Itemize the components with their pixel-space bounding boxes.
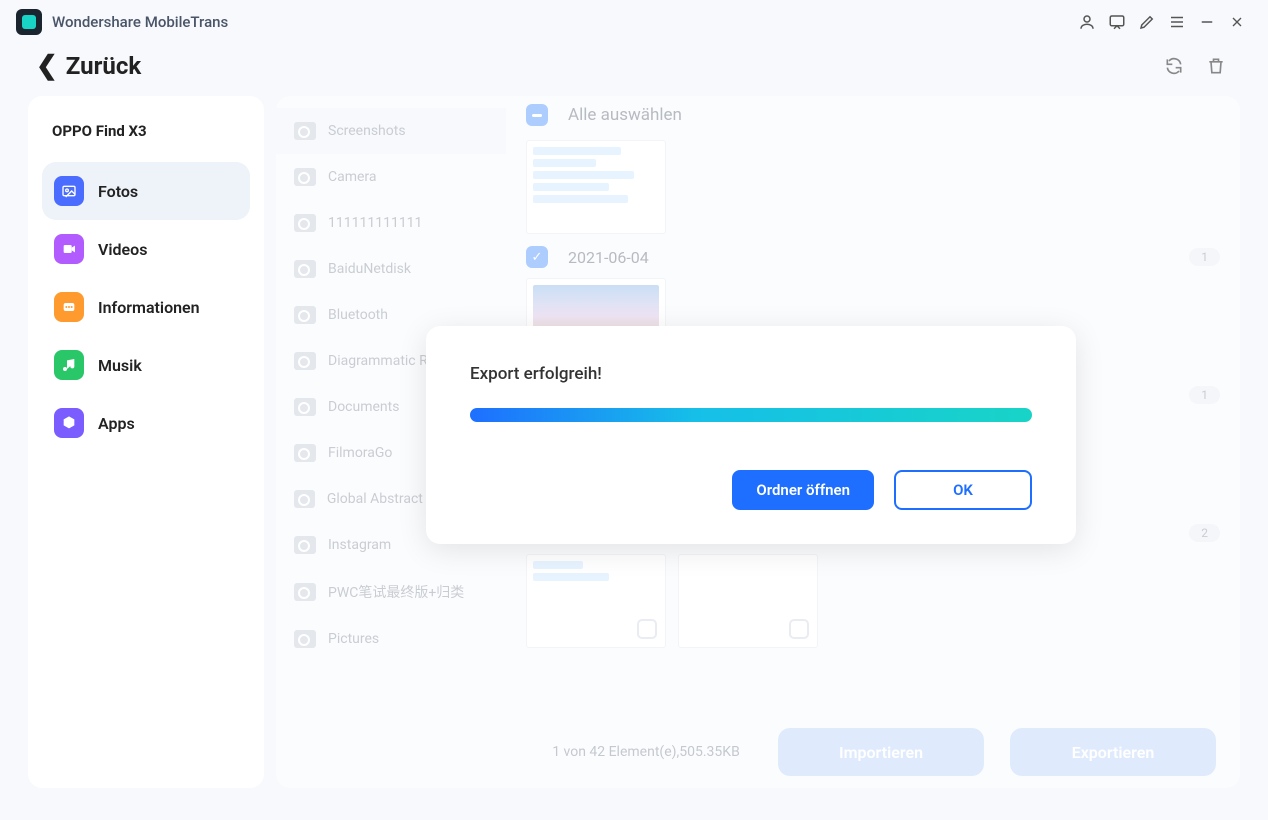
app-title: Wondershare MobileTrans	[52, 13, 228, 31]
ok-button[interactable]: OK	[894, 470, 1032, 510]
sidebar-item-informationen[interactable]: Informationen	[42, 278, 250, 336]
minimize-icon[interactable]	[1192, 7, 1222, 37]
progress-bar	[470, 408, 1032, 422]
sidebar-item-videos[interactable]: Videos	[42, 220, 250, 278]
sidebar-item-apps[interactable]: Apps	[42, 394, 250, 452]
dialog-title: Export erfolgreih!	[470, 364, 1032, 384]
edit-icon[interactable]	[1132, 7, 1162, 37]
feedback-icon[interactable]	[1102, 7, 1132, 37]
sidebar-item-label: Informationen	[98, 298, 200, 317]
refresh-icon[interactable]	[1158, 50, 1190, 82]
back-label[interactable]: Zurück	[66, 52, 141, 80]
sidebar-item-label: Apps	[98, 414, 135, 433]
menu-icon[interactable]	[1162, 7, 1192, 37]
close-icon[interactable]	[1222, 7, 1252, 37]
music-icon	[54, 350, 84, 380]
titlebar: Wondershare MobileTrans	[0, 0, 1268, 44]
sidebar-item-label: Musik	[98, 356, 142, 375]
apps-icon	[54, 408, 84, 438]
sidebar-item-label: Videos	[98, 240, 147, 259]
open-folder-button[interactable]: Ordner öffnen	[732, 470, 874, 510]
info-icon	[54, 292, 84, 322]
trash-icon[interactable]	[1200, 50, 1232, 82]
photos-icon	[54, 176, 84, 206]
chevron-left-icon[interactable]: ❮	[36, 51, 58, 81]
app-logo	[16, 9, 42, 35]
sidebar-item-label: Fotos	[98, 182, 138, 201]
back-row: ❮ Zurück	[0, 44, 1268, 96]
sidebar-item-musik[interactable]: Musik	[42, 336, 250, 394]
sidebar-item-fotos[interactable]: Fotos	[42, 162, 250, 220]
sidebar: OPPO Find X3 Fotos Videos Informationen …	[28, 96, 264, 788]
export-success-dialog: Export erfolgreih! Ordner öffnen OK	[426, 326, 1076, 544]
videos-icon	[54, 234, 84, 264]
account-icon[interactable]	[1072, 7, 1102, 37]
device-name: OPPO Find X3	[52, 122, 240, 140]
